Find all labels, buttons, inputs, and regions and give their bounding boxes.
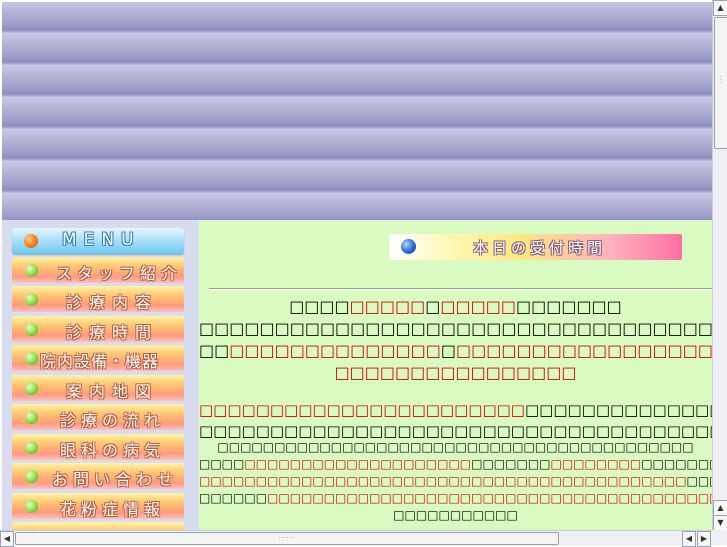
text: □	[440, 341, 456, 360]
menu-item-label: スタッフ紹介	[56, 264, 183, 283]
notice-line: □□□□□□□□□□□□□□□□□□□□□□□□□□□□□□□□□□□□□□□□…	[199, 400, 712, 421]
green-ball-icon	[25, 411, 38, 424]
menu-item-services[interactable]: 診療内容	[12, 286, 184, 312]
notice-line: □□□□□□□□□□□□□□□□□□□□□□□□□□□□□□□□□□□□□□□□	[199, 319, 712, 338]
menu-item-label: 院内設備・機器	[40, 352, 160, 371]
text: □	[425, 297, 441, 316]
notice-block-1: □□□□□□□□□□□□□□□□□□□□□□ □□□□□□□□□□□□□□□□□…	[199, 296, 712, 384]
menu-item-label: 診療内容	[66, 293, 159, 312]
divider	[209, 288, 712, 290]
green-ball-icon	[25, 500, 38, 513]
menu-item-label: お問い合わせ	[52, 470, 179, 489]
menu-item-map[interactable]: 案内地図	[12, 375, 184, 401]
text: □□□□□□□	[471, 457, 551, 471]
text: □□□□□□□□□□	[641, 457, 712, 471]
highlight-text: □□□□□□□□□□□□□□	[229, 341, 441, 360]
menu-item-equipment[interactable]: 院内設備・機器	[12, 345, 184, 371]
today-hours-label: 本日の受付時間	[473, 239, 607, 257]
text: □□□□□□□	[515, 297, 622, 316]
grip-icon: ⋮⋮	[717, 75, 727, 84]
highlight-text: □□□□□□□□□□□□□□□□□	[456, 341, 712, 360]
highlight-text: □□□□□□□□□□□□□□□□□□□□□□□	[199, 401, 525, 419]
orange-ball-icon	[24, 234, 38, 248]
grip-icon: ⋯⋯	[278, 533, 294, 542]
main-content: 本日の受付時間 □□□□□□□□□□□□□□□□□□□□□□ □□□□□□□□□…	[199, 220, 712, 530]
highlight-text: □□□□□□□□	[550, 457, 642, 471]
text: □□□□□□□□□□□□□□□	[686, 474, 712, 488]
menu-item-label: 案内地図	[66, 382, 159, 401]
highlight-text: □□□□□□□□□□□□□□□□□□□□□□□□□□□□□□□□□□□□□□□□…	[267, 491, 712, 505]
menu-header-label: MENU	[62, 230, 141, 250]
text: □□□□	[289, 297, 350, 316]
green-ball-icon	[25, 441, 38, 454]
menu-item-flow[interactable]: 診療の流れ	[12, 404, 184, 430]
menu-item-pollen[interactable]: 花粉症情報	[12, 493, 184, 519]
menu-item-diseases[interactable]: 眼科の病気	[12, 434, 184, 460]
scroll-corner	[712, 530, 727, 545]
highlight-text: □□□□□	[440, 297, 516, 316]
text: □□□□□□	[199, 491, 268, 505]
menu-item-label: 花粉症情報	[60, 500, 166, 519]
horizontal-scroll-thumb[interactable]: ⋯⋯	[15, 532, 559, 545]
notice-block-2: □□□□□□□□□□□□□□□□□□□□□□□□□□□□□□□□□□□□ □□□□…	[199, 400, 712, 442]
notice-line: □□□□□□□□□□□□□□□□	[334, 363, 577, 382]
green-ball-icon	[25, 352, 38, 365]
vertical-scrollbar[interactable]: ▲ ⋮⋮ ▲ ▼	[712, 0, 727, 531]
menu-item-hours[interactable]: 診療時間	[12, 316, 184, 342]
menu-item-partial[interactable]	[12, 522, 184, 530]
menu-item-label: 眼科の病気	[60, 441, 166, 460]
green-ball-icon	[25, 323, 38, 336]
notice-line: □□□□□□□□□□□	[393, 508, 518, 522]
blue-ball-icon	[401, 239, 416, 254]
today-hours-banner[interactable]: 本日の受付時間	[389, 234, 682, 260]
green-ball-icon	[25, 293, 38, 306]
notice-line: □□□□□□□□□□□□□□□□□□□□□□□□□□□□□□□□□□□□□□□□…	[217, 440, 694, 454]
green-ball-icon	[25, 470, 38, 483]
highlight-text: □□□□□□□□□□□□□□□□□□□□□□□□□□□□□□□□□□□□□□□□…	[199, 474, 687, 488]
notice-block-3: □□□□□□□□□□□□□□□□□□□□□□□□□□□□□□□□□□□□□□□□…	[199, 439, 712, 524]
menu-header: MENU	[12, 228, 184, 254]
highlight-text: □□□□□	[349, 297, 426, 316]
scroll-up-small-button[interactable]: ▲	[713, 500, 727, 516]
green-ball-icon	[25, 264, 38, 277]
text: □□	[199, 341, 230, 360]
notice-line: □□□□□□□□□□□□□□□□□□□□□□□□□□□□□□□□□□□□□□□□…	[199, 490, 712, 507]
notice-line: □□□□□□□□□□□□□□□□□□□□□□□□□□□□□□□□□□□□□□□□…	[199, 473, 712, 490]
scroll-up-button[interactable]: ▲	[713, 0, 727, 16]
menu-item-staff[interactable]: スタッフ紹介	[12, 257, 184, 283]
menu-item-label: 診療の流れ	[60, 411, 166, 430]
notice-line: □□□□□□□□□□□□□□□□□□□□□□	[199, 296, 712, 318]
menu-item-contact[interactable]: お問い合わせ	[12, 463, 184, 489]
text: □□□□	[199, 457, 245, 471]
header-banner	[2, 2, 712, 220]
menu-item-label: 診療時間	[66, 323, 159, 342]
notice-line: □□□□□□□□□□□□□□□□□□□□□□□□□□□□□□□□□□	[199, 340, 712, 362]
sidebar-menu: MENU スタッフ紹介 診療内容 診療時間 院内設備・機器 案内地図 診療の流れ…	[2, 220, 199, 530]
vertical-scroll-thumb[interactable]: ⋮⋮	[714, 17, 727, 149]
scroll-down-button[interactable]: ▼	[713, 515, 727, 531]
green-ball-icon	[25, 382, 38, 395]
horizontal-scrollbar[interactable]: ◀ ⋯⋯ ◀ ▶	[0, 530, 712, 547]
notice-line: □□□□□□□□□□□□□□□□□□□□□□□□□□□□□□□□□□□□□□□□…	[199, 456, 712, 473]
highlight-text: □□□□□□□□□□□□□□□□□□□□	[244, 457, 472, 471]
text: □□□□□□□□□□□□□□□□□□□	[524, 401, 712, 419]
